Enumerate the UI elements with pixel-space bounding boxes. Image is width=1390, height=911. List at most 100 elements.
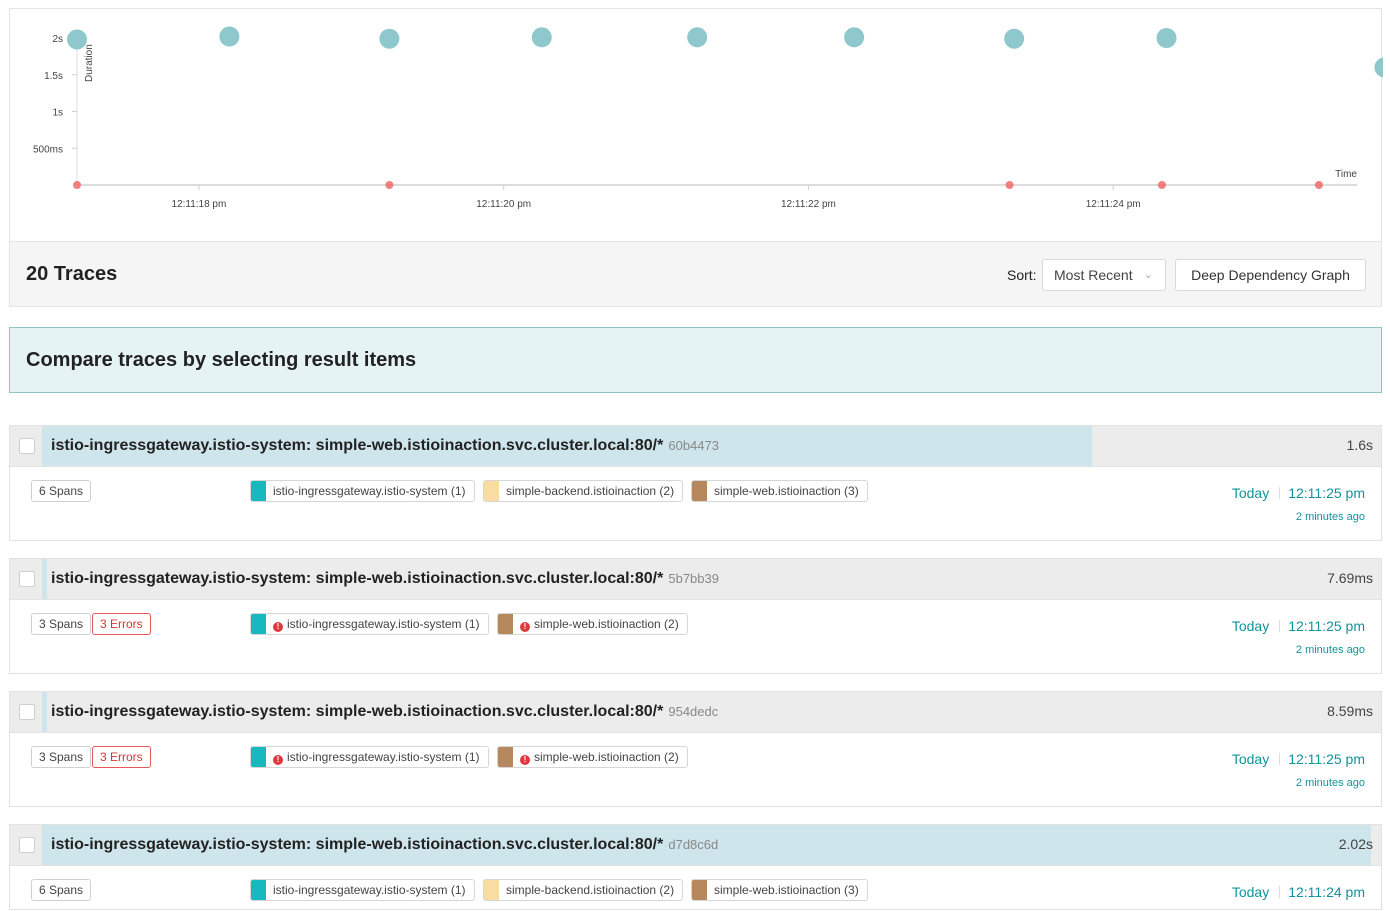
span-count-badge: 3 Spans [31,613,92,635]
trace-point [1156,28,1177,48]
service-tag: simple-backend.istioinaction (2) [483,879,684,901]
service-color-swatch [498,747,513,767]
trace-item[interactable]: istio-ingressgateway.istio-system: simpl… [9,691,1382,807]
trace-select-checkbox[interactable] [19,704,35,720]
service-tag: simple-web.istioinaction (3) [691,879,868,901]
trace-header[interactable]: istio-ingressgateway.istio-system: simpl… [10,559,1381,600]
duration-bar [42,559,47,599]
trace-title-text: istio-ingressgateway.istio-system: simpl… [51,437,664,454]
service-tag: simple-backend.istioinaction (2) [483,480,684,502]
service-tag-label: simple-backend.istioinaction (2) [506,484,675,498]
deep-dependency-graph-button[interactable]: Deep Dependency Graph [1175,259,1366,291]
trace-body: 6 Spans istio-ingressgateway.istio-system… [10,467,1381,540]
trace-body: 3 Spans 3 Errors! istio-ingressgateway.ist… [10,600,1381,673]
service-color-swatch [692,880,707,900]
y-tick-label: 1s [52,108,63,119]
trace-duration: 8.59ms [1327,703,1373,719]
service-tag-label: simple-web.istioinaction (3) [714,484,859,498]
service-tag: simple-web.istioinaction (3) [691,480,868,502]
trace-timestamp: Today 12:11:25 pm 2 minutes ago [1232,618,1365,656]
divider [1279,886,1281,898]
trace-item[interactable]: istio-ingressgateway.istio-system: simpl… [9,824,1382,910]
service-tag: ! simple-web.istioinaction (2) [497,746,688,768]
divider [1279,620,1281,632]
results-header: 20 Traces Sort: Most Recent ⌄ Deep Depen… [9,241,1382,307]
y-tick-label: 1.5s [44,71,63,82]
error-point [1157,181,1166,189]
trace-relative-time: 2 minutes ago [1295,644,1365,656]
chevron-down-icon: ⌄ [1143,269,1153,281]
service-tag-label: istio-ingressgateway.istio-system (1) [273,883,466,897]
trace-header[interactable]: istio-ingressgateway.istio-system: simpl… [10,825,1381,866]
trace-point [379,28,400,49]
service-color-swatch [498,614,513,634]
trace-body: 6 Spans istio-ingressgateway.istio-system… [10,866,1381,909]
service-color-swatch [251,747,266,767]
sort-select[interactable]: Most Recent ⌄ [1042,259,1166,291]
service-color-swatch [251,481,266,501]
service-tag: ! simple-web.istioinaction (2) [497,613,688,635]
span-count-badge: 3 Spans [31,746,92,768]
trace-count: 20 Traces [26,263,118,285]
trace-title[interactable]: istio-ingressgateway.istio-system: simpl… [51,570,719,588]
trace-timestamp: Today 12:11:25 pm 2 minutes ago [1232,485,1365,523]
trace-relative-time: 2 minutes ago [1295,511,1365,523]
error-point [1314,181,1323,189]
trace-point [1004,28,1025,49]
service-color-swatch [484,880,499,900]
trace-point [67,29,87,50]
trace-item[interactable]: istio-ingressgateway.istio-system: simpl… [9,558,1382,674]
trace-title[interactable]: istio-ingressgateway.istio-system: simpl… [51,703,718,721]
scatter-plot: 2s 1.5s 1s 500ms 12:11:18 pm 12:11:20 pm 12:11… [33,26,1383,210]
trace-title[interactable]: istio-ingressgateway.istio-system: simpl… [51,836,718,854]
sort-value: Most Recent [1054,267,1133,283]
trace-title-text: istio-ingressgateway.istio-system: simpl… [51,570,664,587]
trace-select-checkbox[interactable] [19,438,35,454]
service-color-swatch [251,880,266,900]
x-axis-label: Time [1335,169,1357,180]
service-tag: istio-ingressgateway.istio-system (1) [250,480,475,502]
x-tick-label: 12:11:20 pm [476,199,531,210]
compare-banner-text: Compare traces by selecting result items [26,349,417,371]
trace-duration: 1.6s [1346,437,1373,453]
trace-title-text: istio-ingressgateway.istio-system: simpl… [51,836,664,853]
trace-id: 60b4473 [668,438,719,453]
duration-bar [42,692,47,732]
error-icon: ! [273,622,283,632]
trace-point [844,27,865,48]
divider [1279,487,1281,499]
trace-time: 12:11:25 pm [1288,485,1365,501]
span-count-badge: 6 Spans [31,480,92,502]
trace-title[interactable]: istio-ingressgateway.istio-system: simpl… [51,437,719,455]
trace-timestamp: Today 12:11:25 pm 2 minutes ago [1232,751,1365,789]
trace-header[interactable]: istio-ingressgateway.istio-system: simpl… [10,426,1381,467]
service-tag: ! istio-ingressgateway.istio-system (1) [250,746,489,768]
error-point [385,181,394,189]
x-tick-label: 12:11:24 pm [1086,199,1141,210]
trace-scatter-chart: 2s 1.5s 1s 500ms 12:11:18 pm 12:11:20 pm 12:11… [9,8,1383,241]
y-axis-label: Duration [84,44,95,82]
compare-banner: Compare traces by selecting result items [9,327,1382,393]
error-point [1005,181,1014,189]
trace-time: 12:11:25 pm [1288,751,1365,767]
trace-day: Today [1231,884,1270,900]
error-icon: ! [520,622,530,632]
trace-title-text: istio-ingressgateway.istio-system: simpl… [51,703,664,720]
service-tag: ! istio-ingressgateway.istio-system (1) [250,613,489,635]
trace-day: Today [1231,485,1270,501]
trace-select-checkbox[interactable] [19,571,35,587]
trace-point [687,27,708,48]
service-tag-label: simple-web.istioinaction (2) [534,617,679,631]
service-color-swatch [692,481,707,501]
sort-label: Sort: [1007,267,1037,283]
span-count-badge: 6 Spans [31,879,92,901]
trace-item[interactable]: istio-ingressgateway.istio-system: simpl… [9,425,1382,541]
trace-relative-time: 2 minutes ago [1295,777,1365,789]
trace-day: Today [1231,618,1270,634]
x-tick-label: 12:11:18 pm [171,199,226,210]
error-point [73,181,81,189]
trace-header[interactable]: istio-ingressgateway.istio-system: simpl… [10,692,1381,733]
trace-id: 954dedc [668,704,719,719]
trace-select-checkbox[interactable] [19,837,35,853]
trace-point [219,26,240,47]
